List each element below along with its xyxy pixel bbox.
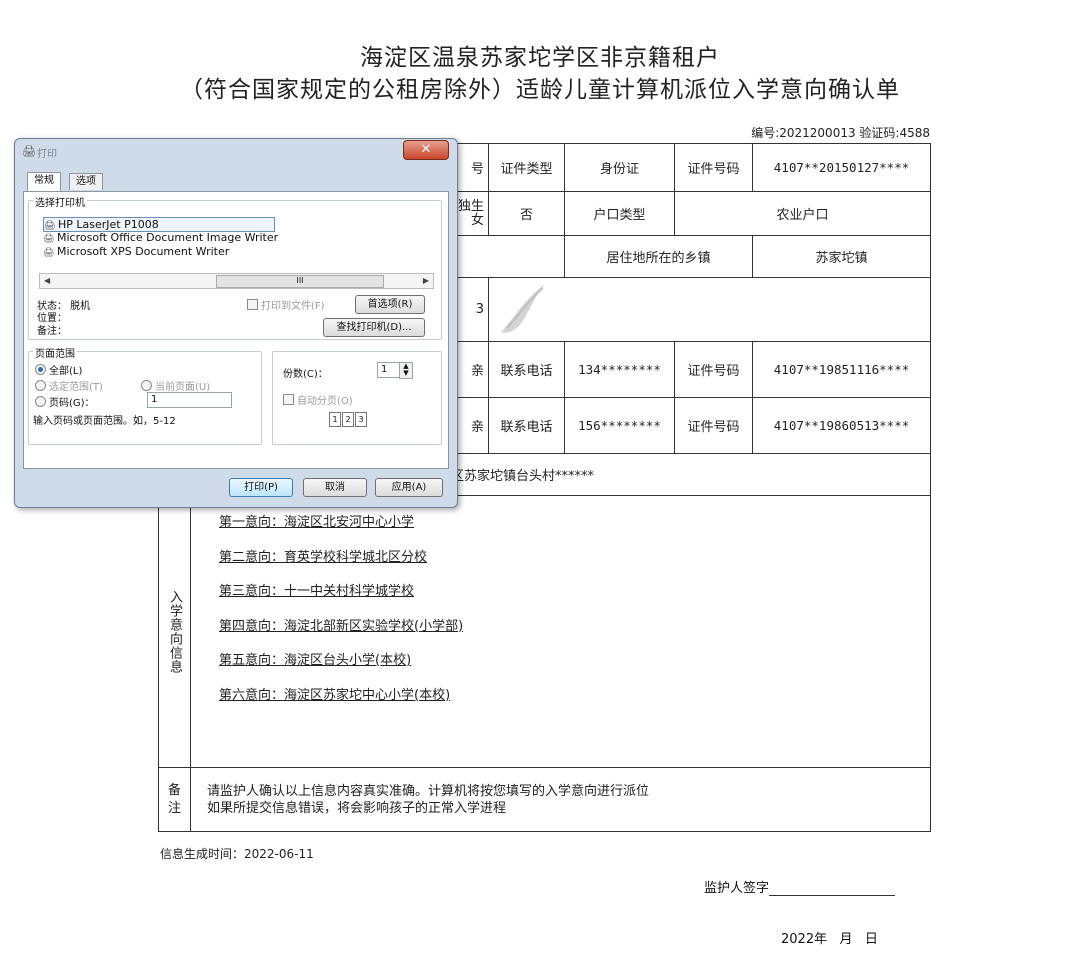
radio-icon xyxy=(35,364,46,375)
printer-item-hp[interactable]: 🖨 HP LaserJet P1008 xyxy=(43,217,275,232)
signature-label: 监护人签字 xyxy=(704,881,770,896)
page-icon: 3 xyxy=(355,412,367,427)
remark-text: 请监护人确认以上信息内容真实准确。计算机将按您填写的入学意向进行派位 如果所提交… xyxy=(189,767,932,832)
phone-label: 联系电话 xyxy=(488,341,566,398)
page-icon: 2 xyxy=(342,412,354,427)
town-value: 苏家坨镇 xyxy=(752,235,932,278)
printer-item-office[interactable]: 🖨 Microsoft Office Document Image Writer xyxy=(43,231,278,244)
id-no-label: 证件号码 xyxy=(674,397,754,454)
collate-checkbox[interactable]: 自动分页(O) xyxy=(283,392,353,407)
id-no-value: 4107**19851116**** xyxy=(752,341,932,398)
choice-5: 第五意向：海淀区台头小学(本校) xyxy=(219,653,412,668)
scroll-left-icon[interactable]: ◀ xyxy=(44,274,50,288)
remark-line2: 如果所提交信息错误，将会影响孩子的正常入学进程 xyxy=(207,800,507,816)
serial-number: 编号:2021200013 验证码:4588 xyxy=(751,126,930,140)
remark-line1: 请监护人确认以上信息内容真实准确。计算机将按您填写的入学意向进行派位 xyxy=(207,783,650,799)
phone-value: 156******** xyxy=(564,397,676,454)
signature-line: 监护人签字 xyxy=(704,877,896,896)
choice-6: 第六意向：海淀区苏家坨中心小学(本校) xyxy=(219,687,451,703)
scroll-thumb[interactable]: III xyxy=(216,275,384,288)
phone-label: 联系电话 xyxy=(488,397,566,454)
id-no-label: 证件号码 xyxy=(674,341,754,398)
selection-radio[interactable]: 选定范围(T) xyxy=(35,378,103,393)
id-no-value: 4107**19860513**** xyxy=(752,397,932,454)
dialog-titlebar[interactable]: 🖨 打印 ✕ xyxy=(15,139,457,163)
intent-label: 入学意向信息 xyxy=(158,495,191,768)
copies-spinner[interactable]: ▲ ▼ xyxy=(399,362,413,379)
page-range-hint: 输入页码或页面范围。如，5-12 xyxy=(33,416,176,427)
pages-radio[interactable]: 页码(G)： xyxy=(35,394,95,409)
spin-down-icon[interactable]: ▼ xyxy=(400,370,412,377)
preferences-button[interactable]: 首选项(R) xyxy=(355,295,425,314)
copies-group: 份数(C)： 1 ▲ ▼ 自动分页(O) 123 xyxy=(272,351,442,445)
apply-button[interactable]: 应用(A) xyxy=(375,478,443,497)
general-panel: 选择打印机 🖨 HP LaserJet P1008 🖨 Microsoft Offi… xyxy=(23,191,449,469)
dialog-title: 打印 xyxy=(37,149,57,160)
current-page-radio[interactable]: 当前页面(U) xyxy=(141,378,210,393)
hukou-value: 农业户口 xyxy=(674,191,932,236)
print-to-file-checkbox[interactable]: 打印到文件(F) xyxy=(247,297,325,312)
scroll-right-icon[interactable]: ▶ xyxy=(423,274,429,288)
radio-icon xyxy=(141,380,152,391)
close-icon[interactable]: ✕ xyxy=(403,140,449,160)
radio-icon xyxy=(35,380,46,391)
photo-cell xyxy=(488,277,932,342)
town-label: 居住地所在的乡镇 xyxy=(564,235,754,278)
cancel-button[interactable]: 取消 xyxy=(303,478,367,497)
sign-date: 2022年 月 日 xyxy=(781,932,878,947)
comment-label: 备注： xyxy=(37,326,67,337)
choice-4: 第四意向：海淀北部新区实验学校(小学部) xyxy=(219,618,464,634)
table-row: 备注 请监护人确认以上信息内容真实准确。计算机将按您填写的入学意向进行派位 如果… xyxy=(158,767,932,832)
id-type-value: 身份证 xyxy=(564,143,676,192)
printer-list-scrollbar[interactable]: ◀ III ▶ xyxy=(39,273,434,289)
generated-time: 信息生成时间：2022-06-11 xyxy=(160,847,314,861)
printer-icon: 🖨 xyxy=(43,248,55,258)
all-pages-radio[interactable]: 全部(L) xyxy=(35,362,82,377)
document-title-line2: （符合国家规定的公租房除外）适龄儿童计算机派位入学意向确认单 xyxy=(180,77,900,103)
id-type-label: 证件类型 xyxy=(488,143,566,192)
collate-illustration: 123 xyxy=(329,412,368,427)
only-child-value: 否 xyxy=(488,191,566,236)
printer-list[interactable]: 🖨 HP LaserJet P1008 🖨 Microsoft Office Doc… xyxy=(39,217,432,269)
printer-icon: 🖨 xyxy=(22,145,36,158)
pages-input[interactable]: 1 xyxy=(147,392,232,408)
signature-blank xyxy=(769,881,896,896)
remark-label: 备注 xyxy=(158,767,191,832)
phone-value: 134******** xyxy=(564,341,676,398)
photo-placeholder-icon xyxy=(501,283,546,333)
choice-3: 第三意向：十一中关村科学城学校 xyxy=(219,584,415,599)
printer-item-xps[interactable]: 🖨 Microsoft XPS Document Writer xyxy=(43,245,229,258)
select-printer-label: 选择打印机 xyxy=(33,194,87,209)
tab-general[interactable]: 常规 xyxy=(27,172,61,191)
tab-options[interactable]: 选项 xyxy=(69,173,103,190)
document-title-line1: 海淀区温泉苏家坨学区非京籍租户 xyxy=(360,45,720,71)
id-no-value: 4107**20150127**** xyxy=(752,143,932,192)
choice-1: 第一意向：海淀区北安河中心小学 xyxy=(219,515,415,530)
checkbox-icon xyxy=(283,394,294,405)
page-range-label: 页面范围 xyxy=(33,345,77,360)
page-range-group: 页面范围 全部(L) 选定范围(T) 当前页面(U) 页码(G)： 1 输入页码… xyxy=(28,345,262,445)
page-icon: 1 xyxy=(329,412,341,427)
id-no-label: 证件号码 xyxy=(674,143,754,192)
select-printer-group: 选择打印机 🖨 HP LaserJet P1008 🖨 Microsoft Offi… xyxy=(28,194,442,340)
checkbox-icon xyxy=(247,299,258,310)
radio-icon xyxy=(35,396,46,407)
find-printer-button[interactable]: 查找打印机(D)... xyxy=(323,318,425,337)
hukou-label: 户口类型 xyxy=(564,191,676,236)
choice-2: 第二意向：育英学校科学城北区分校 xyxy=(219,549,428,565)
copies-input[interactable]: 1 xyxy=(377,362,400,378)
table-row: 入学意向信息 第一意向：海淀区北安河中心小学 第二意向：育英学校科学城北区分校 … xyxy=(158,495,932,768)
print-button[interactable]: 打印(P) xyxy=(229,478,293,497)
choices-cell: 第一意向：海淀区北安河中心小学 第二意向：育英学校科学城北区分校 第三意向：十一… xyxy=(189,495,932,768)
copies-label: 份数(C)： xyxy=(283,369,328,380)
print-dialog: 🖨 打印 ✕ 常规 选项 选择打印机 🖨 HP LaserJet P1008 🖨 M… xyxy=(14,138,458,508)
